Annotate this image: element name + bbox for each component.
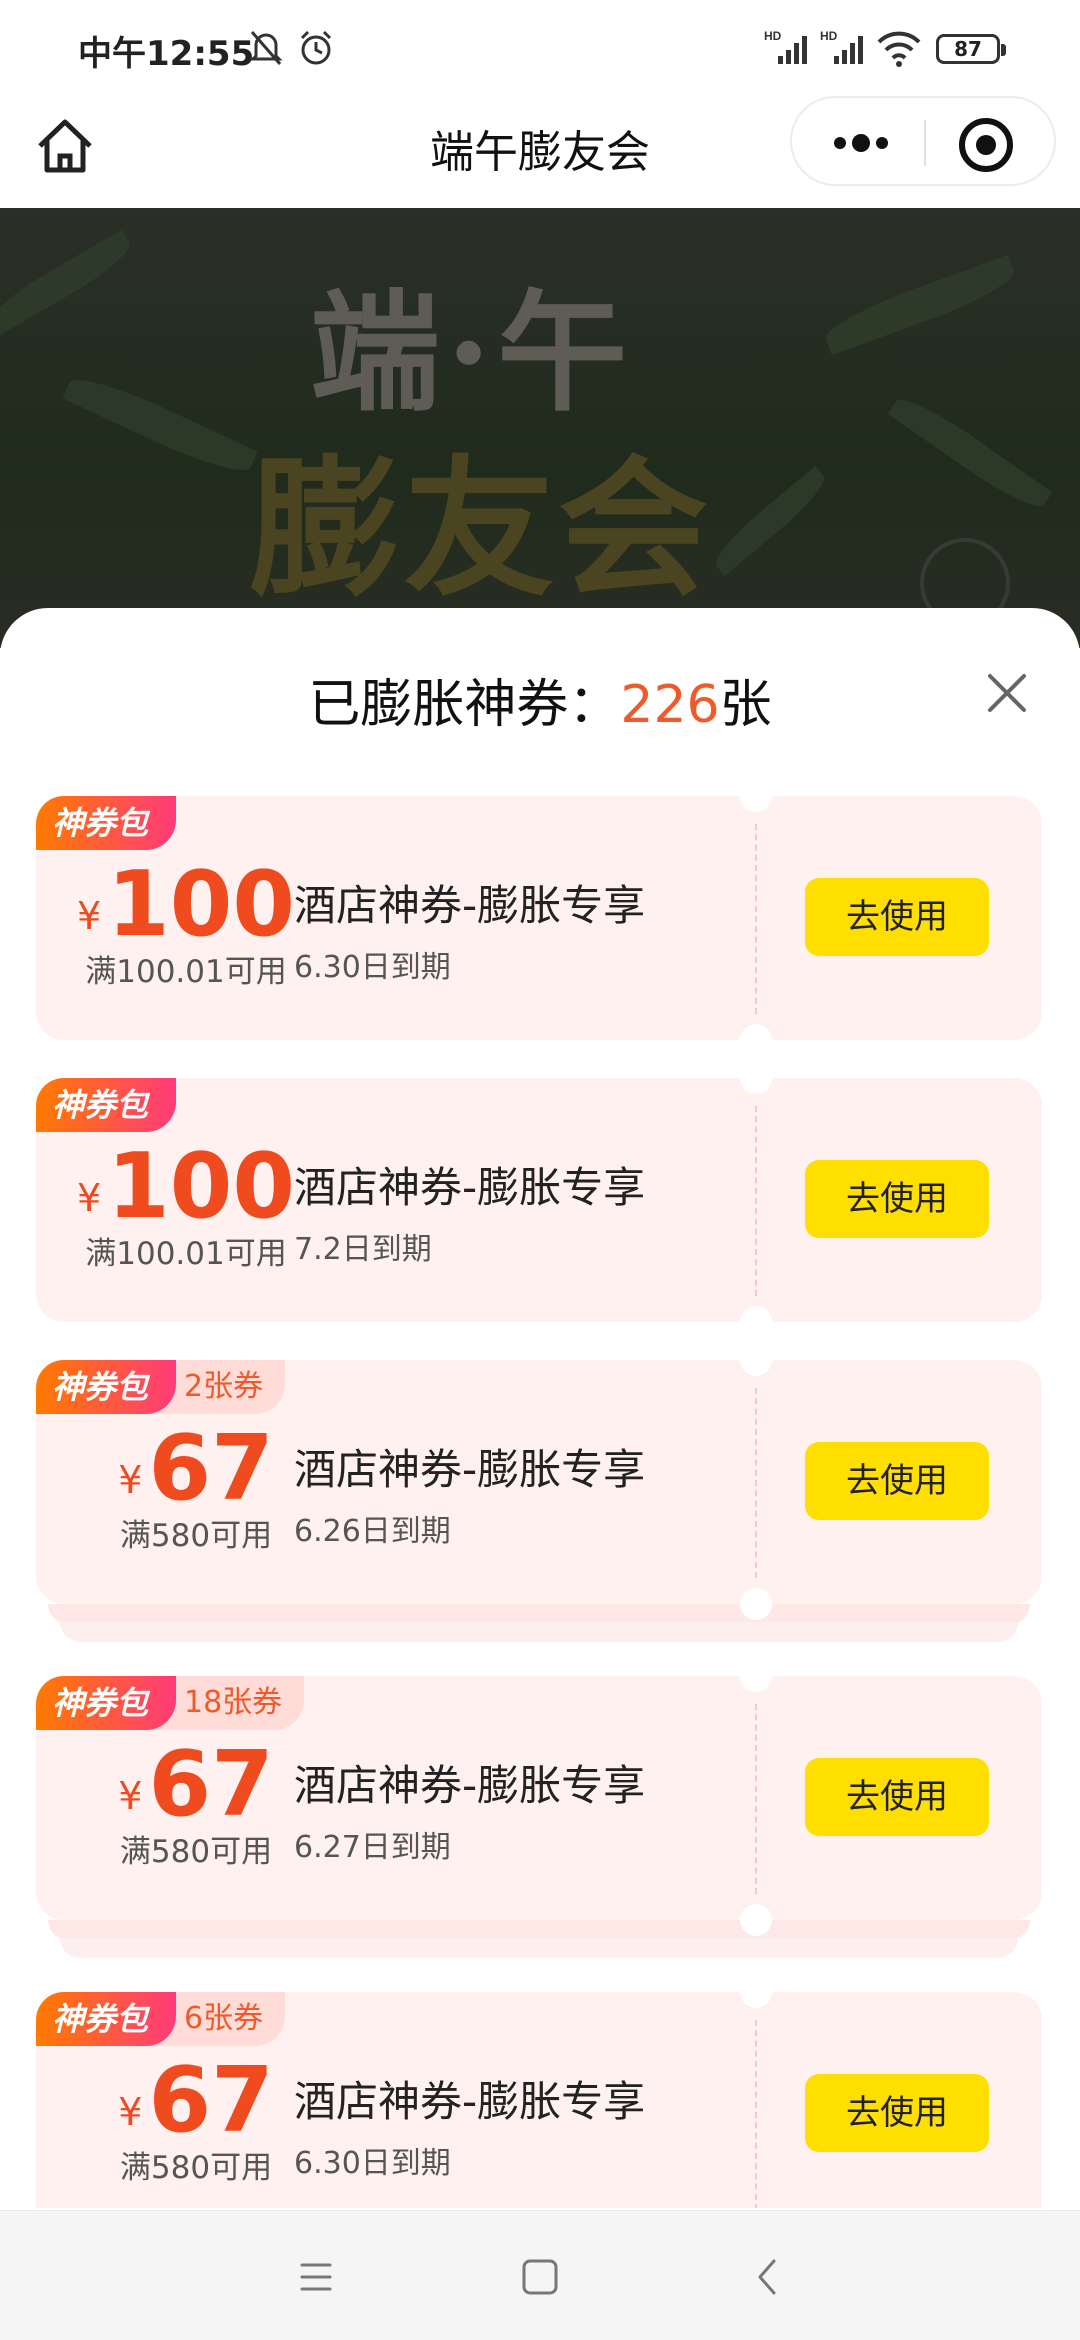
coupon-card: 神券包 6张券 ¥67 满580可用 酒店神券-膨胀专享 6.30日到期 去使用 — [36, 1976, 1042, 2208]
coupon-amount: 67 — [148, 1416, 274, 1521]
coupon-pack-tag: 神券包 — [36, 1992, 177, 2046]
svg-text:HD: HD — [764, 29, 782, 43]
nav-bar: 端午膨友会 — [0, 96, 1080, 208]
coupon-expire: 6.30日到期 — [294, 2146, 451, 2181]
mute-bell-icon — [249, 31, 283, 65]
coupon-condition: 满580可用 — [119, 2150, 273, 2186]
hd-signal-icon: HD — [820, 29, 863, 64]
header-prefix: 已膨胀神券： — [308, 675, 621, 735]
coupon-condition: 满580可用 — [119, 1518, 273, 1554]
coupon-sheet: 已膨胀神券：226张 神券包 ¥100 满100.01可用 酒店神券-膨胀专享 … — [0, 608, 1080, 2208]
coupon-count: 226 — [620, 675, 720, 735]
coupon-pack-tag: 神券包 — [36, 1360, 177, 1414]
coupon-condition: 满100.01可用 — [85, 1236, 287, 1272]
coupon-stack-edge — [48, 1604, 1030, 1624]
close-icon[interactable] — [982, 668, 1032, 718]
coupon-expire: 6.26日到期 — [294, 1514, 451, 1549]
coupon-expire: 6.30日到期 — [294, 950, 451, 985]
use-coupon-button[interactable]: 去使用 — [805, 1758, 989, 1836]
coupon-card: 神券包 2张券 ¥67 满580可用 酒店神券-膨胀专享 6.26日到期 去使用 — [36, 1344, 1042, 1620]
capsule-divider — [924, 120, 926, 166]
coupon-title: 酒店神券-膨胀专享 — [294, 1163, 646, 1212]
coupon-card: 神券包 ¥100 满100.01可用 酒店神券-膨胀专享 7.2日到期 去使用 — [36, 1062, 1042, 1338]
coupon-stack-edge — [60, 1622, 1018, 1642]
hd-signal-icon: HD — [764, 29, 807, 64]
header-suffix: 张 — [719, 675, 772, 735]
use-coupon-button[interactable]: 去使用 — [805, 1442, 989, 1520]
coupon-stack-edge — [60, 1938, 1018, 1958]
coupon-amount: 67 — [148, 2048, 274, 2153]
coupon-price: ¥67 — [118, 1732, 274, 1837]
close-target-icon[interactable] — [957, 116, 1015, 174]
use-coupon-button[interactable]: 去使用 — [805, 878, 989, 956]
coupon-expire: 7.2日到期 — [294, 1232, 432, 1267]
coupon-title: 酒店神券-膨胀专享 — [294, 1761, 646, 1810]
svg-text:HD: HD — [820, 29, 838, 43]
coupon-stack-edge — [48, 1920, 1030, 1940]
coupon-amount: 100 — [107, 1134, 296, 1239]
coupon-price: ¥67 — [118, 1416, 274, 1521]
use-coupon-button[interactable]: 去使用 — [805, 1160, 989, 1238]
alarm-icon — [300, 30, 332, 65]
menu-icon[interactable] — [288, 2249, 344, 2305]
home-square-icon[interactable] — [512, 2249, 568, 2305]
coupon-price: ¥67 — [118, 2048, 274, 2153]
coupon-amount: 67 — [148, 1732, 274, 1837]
coupon-price: ¥100 — [76, 852, 296, 957]
battery-indicator: 87 — [936, 34, 1006, 64]
back-icon[interactable] — [740, 2249, 796, 2305]
coupon-pack-tag: 神券包 — [36, 1078, 177, 1132]
coupon-price: ¥100 — [76, 1134, 296, 1239]
coupon-card: 神券包 18张券 ¥67 满580可用 酒店神券-膨胀专享 6.27日到期 去使… — [36, 1660, 1042, 1936]
status-bar: 中午12:55 HD HD 87 — [0, 0, 1080, 96]
coupon-expire: 6.27日到期 — [294, 1830, 451, 1865]
coupon-card: 神券包 ¥100 满100.01可用 酒店神券-膨胀专享 6.30日到期 去使用 — [36, 780, 1042, 1056]
system-nav-bar — [0, 2210, 1080, 2340]
coupon-condition: 满100.01可用 — [85, 954, 287, 990]
coupon-title: 酒店神券-膨胀专享 — [294, 1445, 646, 1494]
banner-title-line2: 膨友会 — [250, 441, 713, 617]
coupon-pack-tag: 神券包 — [36, 796, 177, 850]
coupon-condition: 满580可用 — [119, 1834, 273, 1870]
wifi-icon — [877, 31, 921, 67]
sheet-header: 已膨胀神券：226张 — [0, 662, 1080, 737]
use-coupon-button[interactable]: 去使用 — [805, 2074, 989, 2152]
banner: 端·午 膨友会 — [0, 208, 1080, 648]
coupon-pack-tag: 神券包 — [36, 1676, 177, 1730]
more-dots-icon[interactable] — [826, 118, 896, 168]
miniapp-capsule — [790, 96, 1056, 186]
status-time: 中午12:55 — [78, 34, 255, 74]
coupon-title: 酒店神券-膨胀专享 — [294, 881, 646, 930]
coupon-title: 酒店神券-膨胀专享 — [294, 2077, 646, 2126]
coupon-amount: 100 — [107, 852, 296, 957]
